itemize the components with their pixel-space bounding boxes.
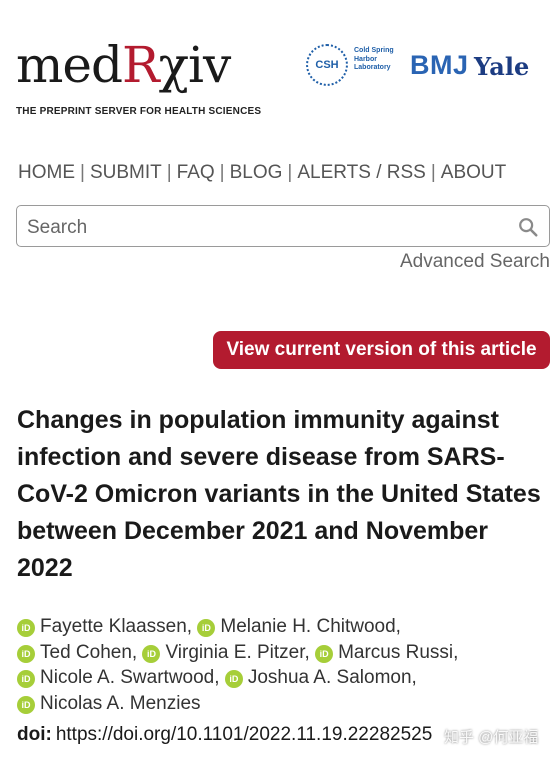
main-nav: HOME | SUBMIT | FAQ | BLOG | ALERTS / RSS | ABOUT [18,162,506,184]
author-name[interactable]: Joshua A. Salomon, [248,667,417,688]
nav-about[interactable]: ABOUT [441,162,506,183]
watermark: 知乎 @何亚福 [444,729,539,746]
author-item[interactable]: iD Nicolas A. Menzies [17,693,201,714]
nav-separator: | [166,162,172,183]
orcid-icon[interactable]: iD [17,619,35,637]
author-list: iD Fayette Klaassen, iD Melanie H. Chitwoo… [17,614,547,716]
orcid-icon[interactable]: iD [197,619,216,637]
author-name[interactable]: Fayette Klaassen, [40,616,192,637]
yale-logo[interactable]: Yale [474,52,529,81]
view-current-version-button[interactable]: View current version of this article [213,331,550,369]
nav-separator: | [219,162,225,183]
search-bar [16,205,550,247]
author-name[interactable]: Melanie H. Chitwood, [220,616,401,637]
author-item[interactable]: iD Virginia E. Pitzer, [142,642,310,663]
nav-faq[interactable]: FAQ [177,162,215,183]
medrxiv-logo[interactable]: medRχiv [16,36,231,94]
search-input[interactable] [25,214,499,242]
logo-wordmark: medRχiv [16,36,231,94]
orcid-icon[interactable]: iD [17,695,35,714]
nav-alerts-rss[interactable]: ALERTS / RSS [297,162,425,183]
nav-home[interactable]: HOME [18,162,75,183]
author-item[interactable]: iD Fayette Klaassen, [17,616,192,637]
orcid-icon[interactable]: iD [224,670,243,688]
article-title: Changes in population immunity against i… [17,406,541,582]
doi-link[interactable]: https://doi.org/10.1101/2022.11.19.22282… [56,724,432,745]
author-name[interactable]: Nicole A. Swartwood, [40,667,220,688]
csh-logo-text: Cold Spring Harbor Laboratory [354,47,394,71]
nav-blog[interactable]: BLOG [230,162,283,183]
author-name[interactable]: Nicolas A. Menzies [40,693,201,714]
author-item[interactable]: iD Melanie H. Chitwood, [197,616,401,637]
author-item[interactable]: iD Nicole A. Swartwood, [17,667,220,688]
site-tagline: THE PREPRINT SERVER FOR HEALTH SCIENCES [16,106,262,117]
nav-separator: | [287,162,293,183]
csh-logo-icon[interactable]: CSH [306,44,348,86]
article-doi: doi: https://doi.org/10.1101/2022.11.19.2… [17,724,432,746]
author-name[interactable]: Ted Cohen, [40,642,137,663]
site-header: medRχiv THE PREPRINT SERVER FOR HEALTH S… [0,0,558,130]
orcid-icon[interactable]: iD [17,670,35,688]
orcid-icon[interactable]: iD [17,644,35,663]
orcid-icon[interactable]: iD [142,644,161,663]
bmj-logo[interactable]: BMJ [410,50,469,81]
author-name[interactable]: Virginia E. Pitzer, [165,642,309,663]
author-item[interactable]: iD Joshua A. Salomon, [224,667,417,688]
nav-separator: | [430,162,436,183]
advanced-search-link[interactable]: Advanced Search [400,251,550,273]
nav-separator: | [80,162,85,183]
author-item[interactable]: iD Ted Cohen, [17,642,137,663]
nav-submit[interactable]: SUBMIT [90,162,162,183]
author-name[interactable]: Marcus Russi, [338,642,458,663]
search-icon[interactable] [517,216,539,238]
doi-label: doi: [17,724,52,745]
orcid-icon[interactable]: iD [315,644,334,663]
author-item[interactable]: iD Marcus Russi, [315,642,458,663]
